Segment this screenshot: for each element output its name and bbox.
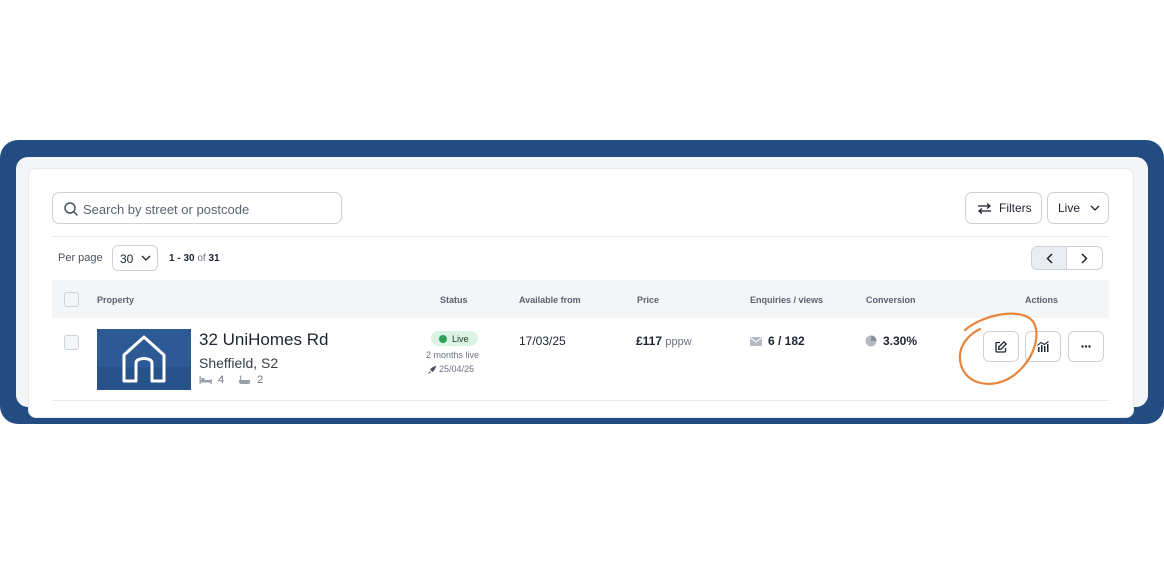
- column-status: Status: [440, 295, 468, 305]
- search-input[interactable]: [83, 198, 333, 220]
- edit-icon: [995, 340, 1007, 353]
- analytics-icon: [1037, 341, 1049, 352]
- previous-page-button[interactable]: [1032, 247, 1068, 269]
- row-divider: [52, 400, 1109, 401]
- status-filter-select[interactable]: Live: [1047, 192, 1109, 224]
- bedrooms-count: 4: [218, 374, 225, 386]
- bath-icon: [239, 375, 251, 384]
- conversion-value: 3.30%: [883, 334, 918, 348]
- toolbar-divider: [52, 236, 1109, 237]
- status-date: 25/04/25: [439, 364, 475, 374]
- result-range: 1 - 30 of 31: [169, 253, 220, 264]
- status-filter-value: Live: [1058, 201, 1081, 215]
- enquiries-views-value: 6 / 182: [768, 334, 805, 348]
- per-page-label: Per page: [58, 252, 103, 264]
- range-end: 30: [183, 253, 195, 264]
- price: £117 pppw: [636, 334, 692, 348]
- edit-button[interactable]: [983, 331, 1019, 362]
- status-duration: 2 months live: [426, 350, 480, 360]
- per-page-value: 30: [120, 252, 134, 266]
- next-page-button[interactable]: [1067, 247, 1102, 269]
- rocket-icon: [428, 365, 437, 374]
- price-value: £117: [636, 334, 663, 348]
- column-conversion: Conversion: [866, 295, 916, 305]
- chevron-left-icon: [1045, 252, 1053, 264]
- house-icon: [97, 329, 191, 390]
- available-from: 17/03/25: [519, 334, 566, 348]
- chevron-down-icon: [1090, 205, 1100, 211]
- chevron-right-icon: [1081, 252, 1088, 264]
- per-page-select[interactable]: 30: [112, 245, 158, 271]
- column-available-from: Available from: [519, 295, 581, 305]
- enquiries-views: 6 / 182: [750, 334, 805, 348]
- property-thumbnail[interactable]: [97, 329, 191, 390]
- column-price: Price: [637, 295, 660, 305]
- live-dot: [439, 334, 447, 343]
- pager: [1031, 246, 1103, 270]
- range-total: 31: [208, 253, 220, 264]
- property-title[interactable]: 32 UniHomes Rd: [199, 330, 328, 350]
- chevron-down-icon: [141, 255, 151, 261]
- filters-button[interactable]: Filters: [965, 192, 1042, 224]
- row-checkbox[interactable]: [64, 335, 79, 350]
- column-property: Property: [97, 295, 135, 305]
- status-date-wrap: 25/04/25: [428, 364, 474, 374]
- column-actions: Actions: [1025, 295, 1059, 305]
- more-options-button[interactable]: [1068, 331, 1104, 362]
- conversion: 3.30%: [865, 334, 917, 348]
- price-unit: pppw: [665, 336, 692, 348]
- property-meta: 4 2: [199, 374, 263, 386]
- bathrooms-count: 2: [257, 374, 264, 386]
- property-city: Sheffield, S2: [199, 355, 279, 371]
- search-box[interactable]: [52, 192, 342, 224]
- filters-icon: [978, 202, 991, 214]
- status-badge-label: Live: [452, 333, 469, 344]
- filters-label: Filters: [999, 201, 1032, 215]
- range-of: of: [197, 253, 206, 264]
- pie-chart-icon: [865, 335, 877, 347]
- column-enquiries-views: Enquiries / views: [750, 295, 824, 305]
- status-badge: Live: [431, 331, 478, 346]
- envelope-icon: [750, 336, 762, 346]
- select-all-checkbox[interactable]: [64, 292, 79, 307]
- range-start: 1: [169, 253, 175, 264]
- more-horizontal-icon: [1081, 345, 1091, 348]
- analytics-button[interactable]: [1025, 331, 1061, 362]
- bed-icon: [199, 376, 212, 384]
- search-icon: [64, 202, 78, 216]
